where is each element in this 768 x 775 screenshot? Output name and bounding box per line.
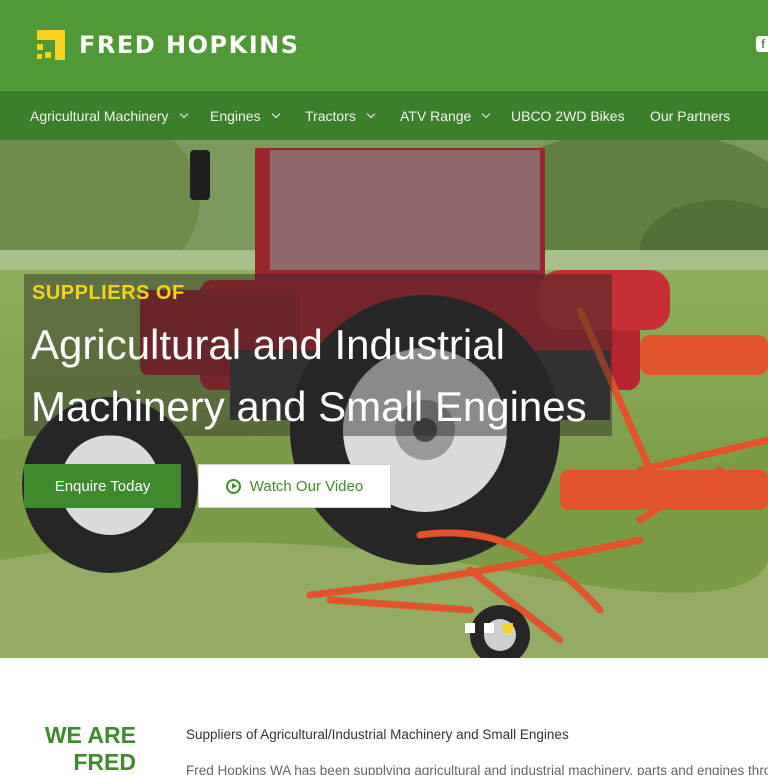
nav-item-atv-range[interactable]: ATV Range [400,91,491,141]
about-heading: WE ARE FRED [44,722,136,775]
chevron-down-icon [482,109,491,119]
watch-video-button[interactable]: Watch Our Video [198,464,391,508]
nav-item-tractors[interactable]: Tractors [305,91,376,141]
brand-name: FRED HOPKINS [79,31,300,59]
nav-item-our-partners[interactable]: Our Partners [650,91,730,141]
slider-dots [465,623,513,633]
nav-item-label: Agricultural Machinery [30,108,169,124]
logo-mark-icon [33,28,67,62]
watch-video-label: Watch Our Video [249,477,364,495]
nav-item-agricultural-machinery[interactable]: Agricultural Machinery [30,91,188,141]
about-body-text: Fred Hopkins WA has been supplying agric… [186,763,768,775]
chevron-down-icon [366,109,376,119]
hero-kicker: SUPPLIERS OF [32,282,185,304]
about-heading-line2: FRED [73,749,136,775]
play-circle-icon [225,478,241,494]
enquire-today-label: Enquire Today [54,477,151,495]
enquire-today-button[interactable]: Enquire Today [24,464,181,508]
nav-item-ubco-2wd-bikes[interactable]: UBCO 2WD Bikes [511,91,625,141]
nav-item-engines[interactable]: Engines [210,91,280,141]
nav-item-label: UBCO 2WD Bikes [511,108,625,124]
nav-item-label: ATV Range [400,108,472,124]
slider-dot-active[interactable] [503,623,513,633]
chevron-down-icon [179,109,188,119]
nav-item-label: Our Partners [650,108,731,124]
site-header: FRED HOPKINS f [0,0,768,90]
nav-item-label: Tractors [305,108,356,124]
logo[interactable]: FRED HOPKINS [33,28,300,62]
chevron-down-icon [271,109,280,119]
slider-dot[interactable] [465,623,475,633]
hero-headline-line1: Agricultural and Industrial [31,321,505,368]
nav-item-label: Engines [210,108,261,124]
hero-headline-line2: Machinery and Small Engines [31,383,587,430]
main-nav: Agricultural Machinery Engines Tractors … [0,90,768,140]
about-subtitle: Suppliers of Agricultural/Industrial Mac… [186,727,569,742]
about-heading-line1: WE ARE [44,722,136,748]
hero-headline: Agricultural and Industrial Machinery an… [31,314,631,438]
facebook-icon[interactable]: f [756,36,768,52]
slider-dot[interactable] [484,623,494,633]
hero-banner: SUPPLIERS OF Agricultural and Industrial… [0,140,768,658]
